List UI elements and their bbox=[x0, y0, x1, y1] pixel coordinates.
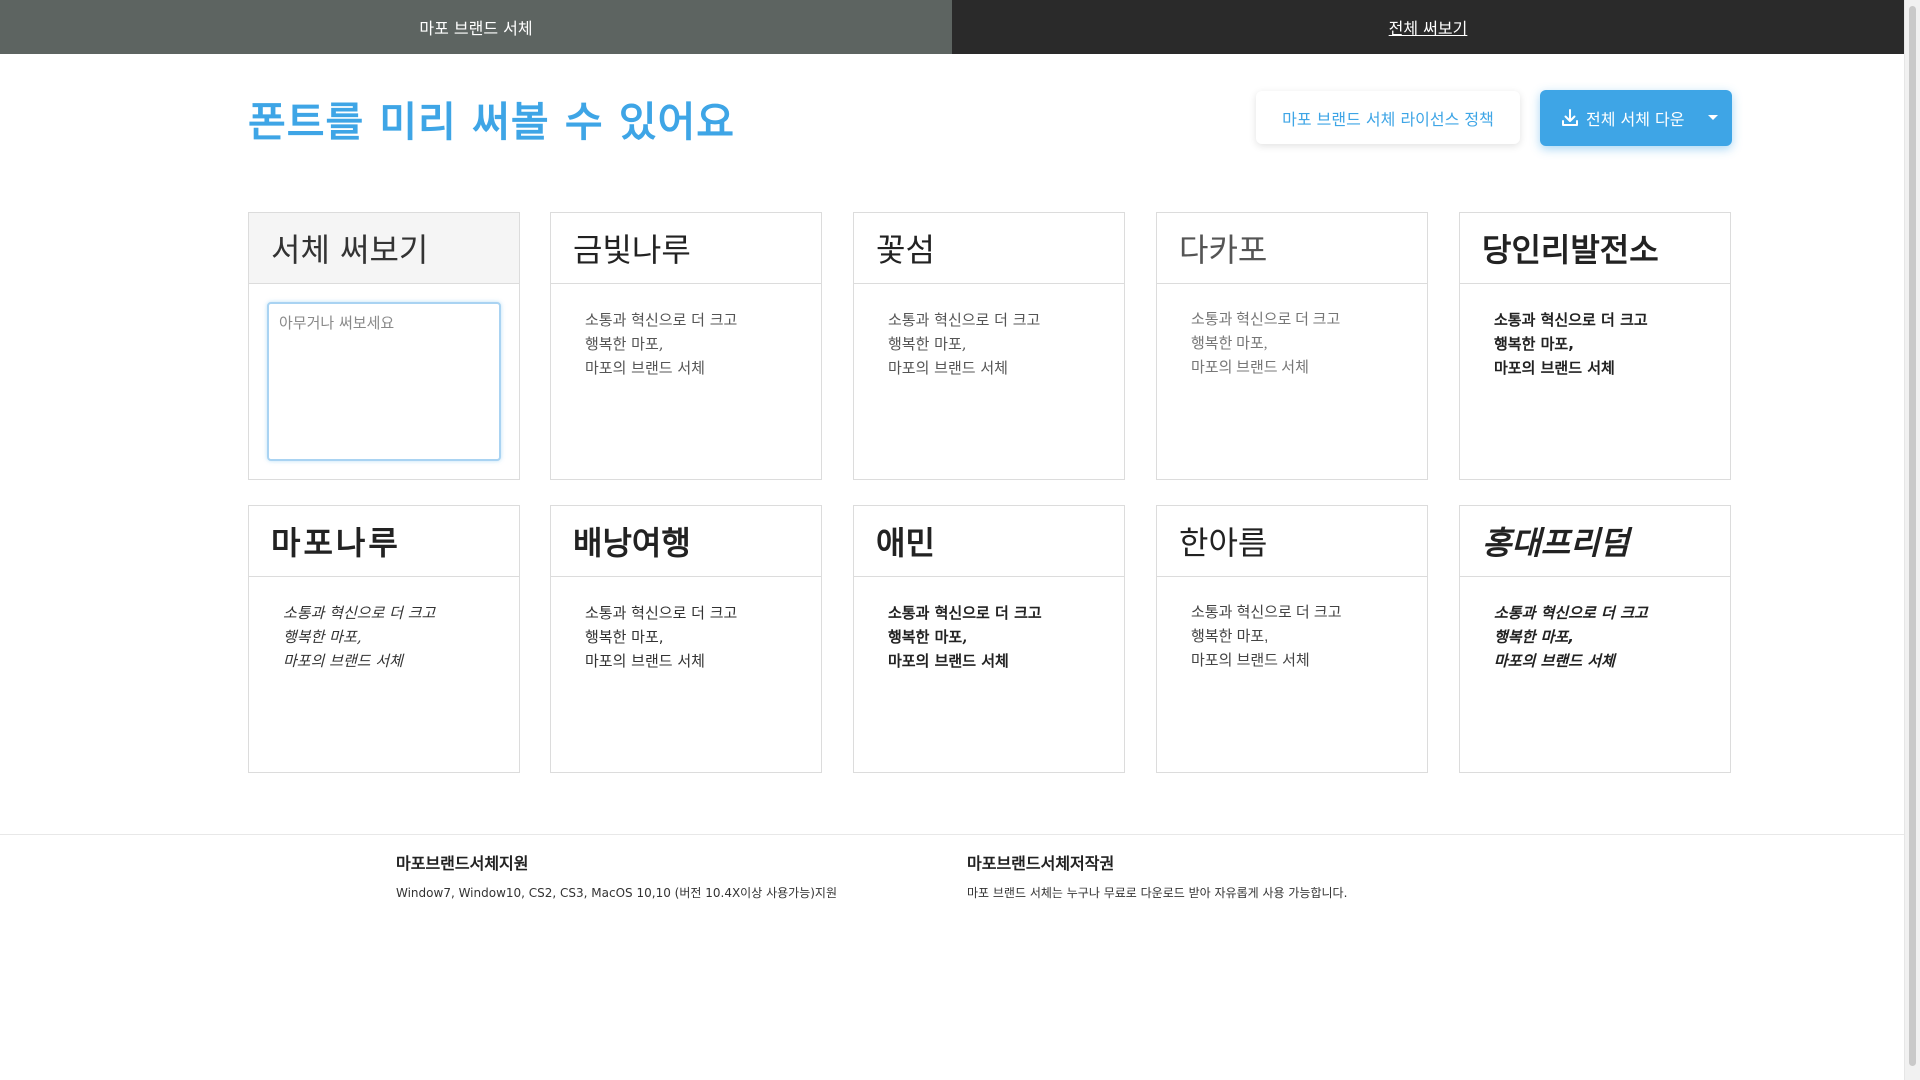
sample-line: 행복한 마포, bbox=[1494, 628, 1574, 646]
sample-line: 소통과 혁신으로 더 크고 bbox=[1191, 604, 1342, 621]
font-sample: 소통과 혁신으로 더 크고 행복한 마포, 마포의 브랜드 서체 bbox=[249, 577, 519, 673]
sample-line: 마포의 브랜드 서체 bbox=[888, 652, 1009, 670]
font-card-hongdae-freedom[interactable]: 홍대프리덤 소통과 혁신으로 더 크고 행복한 마포, 마포의 브랜드 서체 bbox=[1459, 505, 1731, 773]
font-card-aemin[interactable]: 애민 소통과 혁신으로 더 크고 행복한 마포, 마포의 브랜드 서체 bbox=[853, 505, 1125, 773]
download-all-label: 전체 서체 다운 bbox=[1586, 110, 1685, 129]
font-name: 다카포 bbox=[1157, 213, 1427, 284]
font-name: 배낭여행 bbox=[551, 506, 821, 577]
sample-line: 행복한 마포, bbox=[283, 628, 362, 646]
font-sample: 소통과 혁신으로 더 크고 행복한 마포, 마포의 브랜드 서체 bbox=[1157, 577, 1427, 673]
tab-label: 마포 브랜드 서체 bbox=[419, 19, 533, 38]
tab-mapo-brand-fonts[interactable]: 마포 브랜드 서체 bbox=[0, 0, 952, 54]
sample-line: 행복한 마포, bbox=[1494, 335, 1574, 353]
sample-line: 소통과 혁신으로 더 크고 bbox=[888, 311, 1041, 329]
font-card-danginri[interactable]: 당인리발전소 소통과 혁신으로 더 크고 행복한 마포, 마포의 브랜드 서체 bbox=[1459, 212, 1731, 480]
license-policy-label: 마포 브랜드 서체 라이선스 정책 bbox=[1282, 109, 1494, 129]
sample-line: 소통과 혁신으로 더 크고 bbox=[1494, 311, 1648, 329]
sample-line: 마포의 브랜드 서체 bbox=[1191, 360, 1309, 376]
sample-line: 소통과 혁신으로 더 크고 bbox=[585, 604, 738, 622]
font-preview-card: 서체 써보기 bbox=[248, 212, 520, 480]
sample-line: 소통과 혁신으로 더 크고 bbox=[585, 311, 738, 329]
footer-divider bbox=[0, 834, 1904, 835]
footer-support-text: Window7, Window10, CS2, CS3, MacOS 10,10… bbox=[396, 886, 837, 900]
font-name: 애민 bbox=[854, 506, 1124, 577]
footer-copyright: 마포브랜드서체저작권 마포 브랜드 서체는 누구나 무료로 다운로드 받아 자유… bbox=[967, 850, 1347, 901]
font-card-kkotseom[interactable]: 꽃섬 소통과 혁신으로 더 크고 행복한 마포, 마포의 브랜드 서체 bbox=[853, 212, 1125, 480]
font-card-geumbitnaru[interactable]: 금빛나루 소통과 혁신으로 더 크고 행복한 마포, 마포의 브랜드 서체 bbox=[550, 212, 822, 480]
page-title: 폰트를 미리 써볼 수 있어요 bbox=[248, 98, 736, 146]
font-card-dacapo[interactable]: 다카포 소통과 혁신으로 더 크고 행복한 마포, 마포의 브랜드 서체 bbox=[1156, 212, 1428, 480]
sample-line: 행복한 마포, bbox=[888, 628, 968, 646]
footer-support-title: 마포브랜드서체지원 bbox=[396, 854, 529, 873]
sample-line: 소통과 혁신으로 더 크고 bbox=[1494, 604, 1648, 622]
sample-line: 마포의 브랜드 서체 bbox=[1494, 359, 1615, 377]
sample-line: 마포의 브랜드 서체 bbox=[283, 652, 403, 670]
font-sample: 소통과 혁신으로 더 크고 행복한 마포, 마포의 브랜드 서체 bbox=[854, 284, 1124, 380]
footer-copyright-title: 마포브랜드서체저작권 bbox=[967, 854, 1115, 873]
chevron-down-icon[interactable] bbox=[1708, 115, 1718, 120]
font-name: 마포나루 bbox=[249, 506, 519, 577]
scrollbar-thumb[interactable] bbox=[1909, 6, 1916, 1066]
preview-text-input[interactable] bbox=[267, 302, 501, 461]
download-icon bbox=[1562, 109, 1578, 126]
font-card-baenang[interactable]: 배낭여행 소통과 혁신으로 더 크고 행복한 마포, 마포의 브랜드 서체 bbox=[550, 505, 822, 773]
sample-line: 행복한 마포, bbox=[888, 335, 967, 353]
sample-line: 마포의 브랜드 서체 bbox=[585, 359, 705, 377]
tab-try-all[interactable]: 전체 써보기 bbox=[952, 0, 1904, 54]
font-card-maponaru[interactable]: 마포나루 소통과 혁신으로 더 크고 행복한 마포, 마포의 브랜드 서체 bbox=[248, 505, 520, 773]
sample-line: 마포의 브랜드 서체 bbox=[888, 359, 1008, 377]
font-name: 한아름 bbox=[1157, 506, 1427, 577]
download-all-button[interactable]: 전체 서체 다운 bbox=[1540, 90, 1732, 146]
font-name: 홍대프리덤 bbox=[1460, 506, 1730, 577]
sample-line: 마포의 브랜드 서체 bbox=[1191, 652, 1310, 669]
sample-line: 행복한 마포, bbox=[1191, 336, 1268, 352]
tab-label: 전체 써보기 bbox=[1388, 19, 1468, 38]
footer-support: 마포브랜드서체지원 Window7, Window10, CS2, CS3, M… bbox=[396, 850, 837, 901]
font-name: 당인리발전소 bbox=[1460, 213, 1730, 284]
top-nav: 마포 브랜드 서체 전체 써보기 bbox=[0, 0, 1904, 54]
font-sample: 소통과 혁신으로 더 크고 행복한 마포, 마포의 브랜드 서체 bbox=[551, 577, 821, 673]
card-title: 서체 써보기 bbox=[249, 213, 519, 284]
sample-line: 마포의 브랜드 서체 bbox=[1494, 652, 1615, 670]
card-body bbox=[249, 284, 519, 468]
sample-line: 행복한 마포, bbox=[1191, 628, 1269, 645]
sample-line: 마포의 브랜드 서체 bbox=[585, 652, 705, 670]
sample-line: 소통과 혁신으로 더 크고 bbox=[888, 604, 1042, 622]
font-name: 꽃섬 bbox=[854, 213, 1124, 284]
sample-line: 행복한 마포, bbox=[585, 628, 664, 646]
font-card-hanareum[interactable]: 한아름 소통과 혁신으로 더 크고 행복한 마포, 마포의 브랜드 서체 bbox=[1156, 505, 1428, 773]
sample-line: 소통과 혁신으로 더 크고 bbox=[1191, 312, 1341, 328]
font-name: 금빛나루 bbox=[551, 213, 821, 284]
sample-line: 행복한 마포, bbox=[585, 335, 664, 353]
font-sample: 소통과 혁신으로 더 크고 행복한 마포, 마포의 브랜드 서체 bbox=[1460, 284, 1730, 380]
font-sample: 소통과 혁신으로 더 크고 행복한 마포, 마포의 브랜드 서체 bbox=[1157, 284, 1427, 380]
font-sample: 소통과 혁신으로 더 크고 행복한 마포, 마포의 브랜드 서체 bbox=[551, 284, 821, 380]
font-sample: 소통과 혁신으로 더 크고 행복한 마포, 마포의 브랜드 서체 bbox=[854, 577, 1124, 673]
license-policy-button[interactable]: 마포 브랜드 서체 라이선스 정책 bbox=[1256, 91, 1520, 144]
vertical-scrollbar[interactable] bbox=[1904, 0, 1920, 1080]
sample-line: 소통과 혁신으로 더 크고 bbox=[283, 604, 436, 622]
footer-copyright-text: 마포 브랜드 서체는 누구나 무료로 다운로드 받아 자유롭게 사용 가능합니다… bbox=[967, 886, 1348, 900]
font-sample: 소통과 혁신으로 더 크고 행복한 마포, 마포의 브랜드 서체 bbox=[1460, 577, 1730, 673]
